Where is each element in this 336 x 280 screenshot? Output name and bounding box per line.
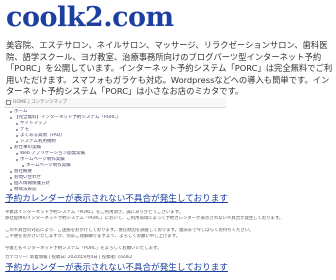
post-title-link[interactable]: 予約カレンダーが表示されない不具合が発生しております xyxy=(5,263,228,274)
home-icon xyxy=(6,100,11,105)
sitemap-list: ホーム 【完全無料】インターネット予約システム「PORC」 サイトマップ デモ … xyxy=(4,109,226,193)
post-text-line: 弊社提供のインターネット予約システム「PORC」において、ご利用環境によって予約… xyxy=(5,216,284,221)
sitemap-link[interactable]: 特商法表記 xyxy=(4,187,226,193)
sitemap-header: HOME | コンテンツマップ xyxy=(4,98,226,108)
post-title-link[interactable]: 予約カレンダーが表示されない不具合が発生しております xyxy=(5,194,228,205)
site-logo[interactable]: coolk2.com xyxy=(6,3,174,33)
post-text-line: ご不便をおかけいたしますが、何卒ご理解賜りますよう、よろしくお願い申し上げます。 xyxy=(5,234,181,239)
sitemap-nav: HOME | コンテンツマップ ホーム 【完全無料】インターネット予約システム「… xyxy=(4,98,226,193)
post-text-line: 今後ともインターネット予約システム「PORC」をよろしくお願いいたします。 xyxy=(5,246,162,251)
site-description: 美容院、エステサロン、ネイルサロン、マッサージ、リラクゼーションサロン、歯科医院… xyxy=(6,40,333,96)
post-meta[interactable]: カテゴリー: 新着情報 | 投稿日: 2020年9月4日 | 投稿者: cool… xyxy=(5,255,333,261)
sitemap-header-text: HOME | コンテンツマップ xyxy=(13,100,68,105)
